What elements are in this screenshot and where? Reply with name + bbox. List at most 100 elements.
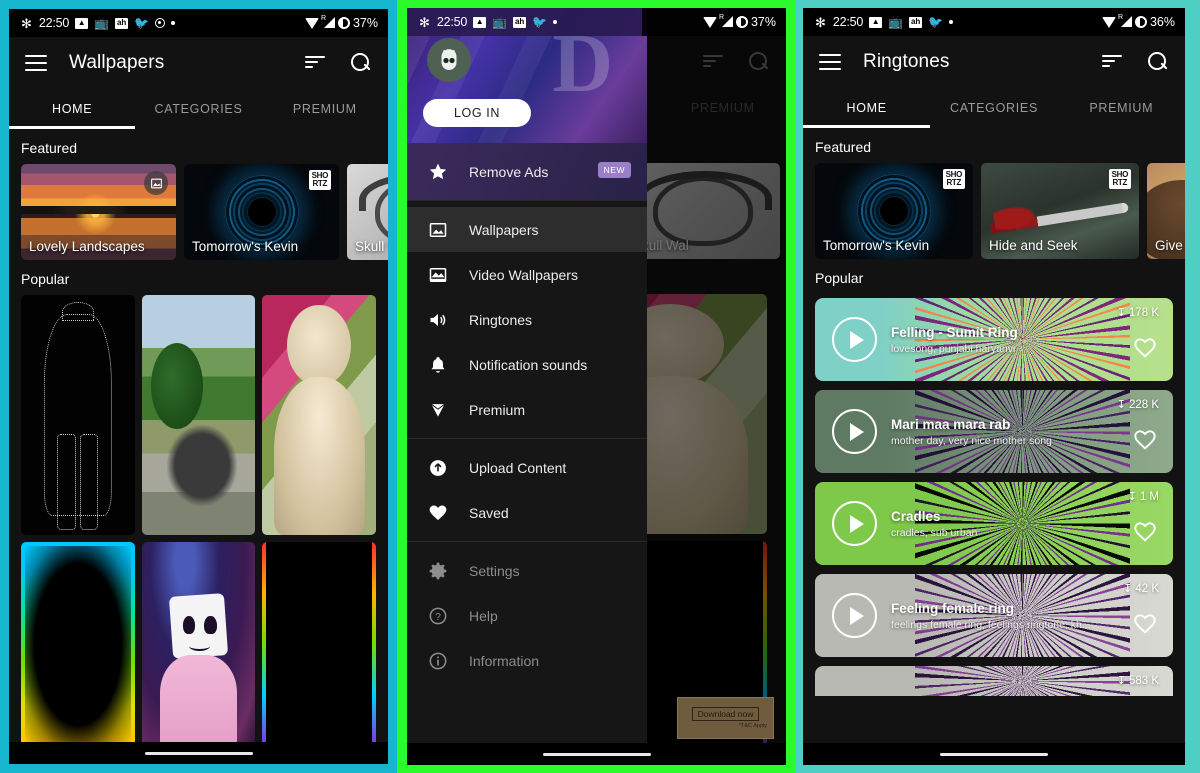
- battery-percent: 36%: [1149, 15, 1175, 29]
- roaming-label: R: [320, 15, 327, 22]
- featured-card[interactable]: SHO RTZ Tomorrow's Kevin: [184, 164, 339, 260]
- speaker-icon: [425, 310, 451, 330]
- drawer-item-settings[interactable]: Settings: [407, 548, 647, 593]
- wallpaper-tile[interactable]: [21, 542, 135, 747]
- tab-categories[interactable]: CATEGORIES: [135, 89, 261, 129]
- wallpaper-tile[interactable]: [141, 542, 256, 747]
- wallpaper-tile[interactable]: [141, 295, 256, 535]
- drawer-item-label: Video Wallpapers: [469, 266, 578, 283]
- ringtone-card[interactable]: ↧ 583 K: [815, 666, 1173, 696]
- play-button[interactable]: [832, 409, 877, 454]
- drawer-item-information[interactable]: Information: [407, 638, 647, 683]
- favorite-button[interactable]: [1133, 520, 1157, 549]
- favorite-button[interactable]: [1133, 612, 1157, 641]
- home-gesture-pill[interactable]: [144, 751, 253, 755]
- popular-grid: [9, 295, 388, 747]
- download-icon: ↧: [1123, 583, 1133, 595]
- download-count: ↧ 1 M: [1128, 490, 1159, 504]
- drawer-item-video-wallpapers[interactable]: Video Wallpapers: [407, 252, 647, 297]
- hamburger-icon[interactable]: [819, 54, 841, 70]
- groot-avatar-icon: [441, 48, 457, 70]
- featured-card-title: Give It Up: [1155, 238, 1185, 253]
- featured-card-title: Tomorrow's Kevin: [823, 238, 930, 253]
- play-button[interactable]: [832, 593, 877, 638]
- download-icon: ↧: [1116, 675, 1126, 687]
- drawer-item-premium[interactable]: Premium: [407, 387, 647, 432]
- ringtone-card[interactable]: Felling - Sumit Ring lovesong, punjabi h…: [815, 298, 1173, 381]
- drawer-item-upload-content[interactable]: Upload Content: [407, 445, 647, 490]
- featured-carousel[interactable]: SHO RTZ Tomorrow's Kevin SHO RTZ Hide and …: [803, 163, 1185, 259]
- download-count: ↧ 583 K: [1116, 674, 1159, 688]
- download-count-value: 583 K: [1128, 674, 1159, 687]
- avatar[interactable]: [427, 38, 471, 82]
- battery-icon: [735, 16, 748, 28]
- thumbnail-art: [262, 295, 377, 535]
- tab-home[interactable]: HOME: [9, 89, 136, 129]
- sort-icon[interactable]: [305, 56, 327, 70]
- status-bar: ✻ 22:50 ▲ 📺 ah 🐦 R 37%: [407, 8, 786, 36]
- tab-home[interactable]: HOME: [803, 88, 931, 128]
- info-circle-icon: [425, 651, 451, 671]
- ad-download-button[interactable]: Download now: [691, 707, 760, 721]
- search-icon[interactable]: [351, 52, 372, 74]
- featured-carousel[interactable]: Lovely Landscapes SHO RTZ Tomorrow's Kevi…: [9, 164, 388, 260]
- dot-icon: [553, 20, 558, 24]
- popular-column: [21, 295, 135, 747]
- wallpaper-tile[interactable]: [262, 295, 377, 535]
- thumbnail-art: [141, 542, 256, 747]
- ringtone-card[interactable]: Feeling female ring feelings female ring…: [815, 574, 1173, 657]
- twitter-icon: 🐦: [532, 15, 548, 29]
- tab-categories[interactable]: CATEGORIES: [930, 88, 1057, 128]
- drawer-item-help[interactable]: ? Help: [407, 593, 647, 638]
- ad-banner[interactable]: Download now *T&C Apply: [677, 697, 774, 739]
- search-icon[interactable]: [1148, 51, 1169, 73]
- login-button[interactable]: LOG IN: [423, 99, 531, 127]
- drawer-item-label: Saved: [469, 504, 509, 521]
- featured-card[interactable]: Lovely Landscapes: [21, 164, 176, 260]
- drawer-item-remove-ads[interactable]: Remove Ads NEW: [407, 149, 647, 194]
- featured-card-title: Hide and Seek: [989, 238, 1078, 253]
- home-gesture-pill[interactable]: [940, 752, 1048, 756]
- thumbnail-art: [262, 542, 377, 747]
- featured-card[interactable]: SHO RTZ Hide and Seek: [981, 163, 1139, 259]
- lotus-icon: ✻: [419, 14, 430, 30]
- featured-card[interactable]: Give It Up: [1147, 163, 1185, 259]
- play-button[interactable]: [832, 501, 877, 546]
- drawer-item-wallpapers[interactable]: Wallpapers: [407, 207, 647, 252]
- play-button[interactable]: [832, 317, 877, 362]
- heart-icon: [1134, 614, 1156, 634]
- thumbnail-art: [21, 295, 135, 535]
- drawer-item-saved[interactable]: Saved: [407, 490, 647, 535]
- bh-icon: ah: [513, 16, 527, 28]
- featured-card[interactable]: SHO RTZ Tomorrow's Kevin: [815, 163, 973, 259]
- wifi-icon: [702, 16, 717, 28]
- burst-artwork: [915, 666, 1131, 696]
- video-image-icon: [425, 265, 451, 285]
- favorite-button[interactable]: [1133, 336, 1157, 365]
- hamburger-icon[interactable]: [25, 55, 47, 71]
- home-gesture-pill[interactable]: [542, 752, 651, 756]
- download-count-value: 228 K: [1128, 398, 1159, 411]
- heart-icon: [1134, 430, 1156, 450]
- drawer-item-ringtones[interactable]: Ringtones: [407, 297, 647, 342]
- favorite-button[interactable]: [1133, 428, 1157, 457]
- drawer-item-notification-sounds[interactable]: Notification sounds: [407, 342, 647, 387]
- wallpaper-tile[interactable]: [21, 295, 135, 535]
- sort-icon[interactable]: [1102, 55, 1124, 69]
- featured-card[interactable]: Skull Wal: [347, 164, 388, 260]
- drawer-group-user: Upload Content Saved: [407, 439, 647, 542]
- wallpaper-tile[interactable]: [262, 542, 377, 747]
- status-time: 22:50: [832, 15, 864, 29]
- download-count: ↧ 178 K: [1117, 306, 1159, 320]
- popular-column: [141, 295, 256, 747]
- tab-premium[interactable]: PREMIUM: [1058, 88, 1185, 128]
- featured-card-title: Skull Wal: [355, 239, 388, 254]
- ringtone-title: Mari maa mara rab: [891, 416, 1011, 432]
- tab-premium[interactable]: PREMIUM: [262, 89, 388, 129]
- heart-icon: [1134, 338, 1156, 358]
- ringtone-card[interactable]: Mari maa mara rab mother day, very nice …: [815, 390, 1173, 473]
- status-time: 22:50: [436, 15, 468, 29]
- star-icon: [425, 162, 451, 182]
- ringtone-card[interactable]: Cradles cradles, sub urban ↧ 1 M: [815, 482, 1173, 565]
- target-icon: [155, 18, 166, 28]
